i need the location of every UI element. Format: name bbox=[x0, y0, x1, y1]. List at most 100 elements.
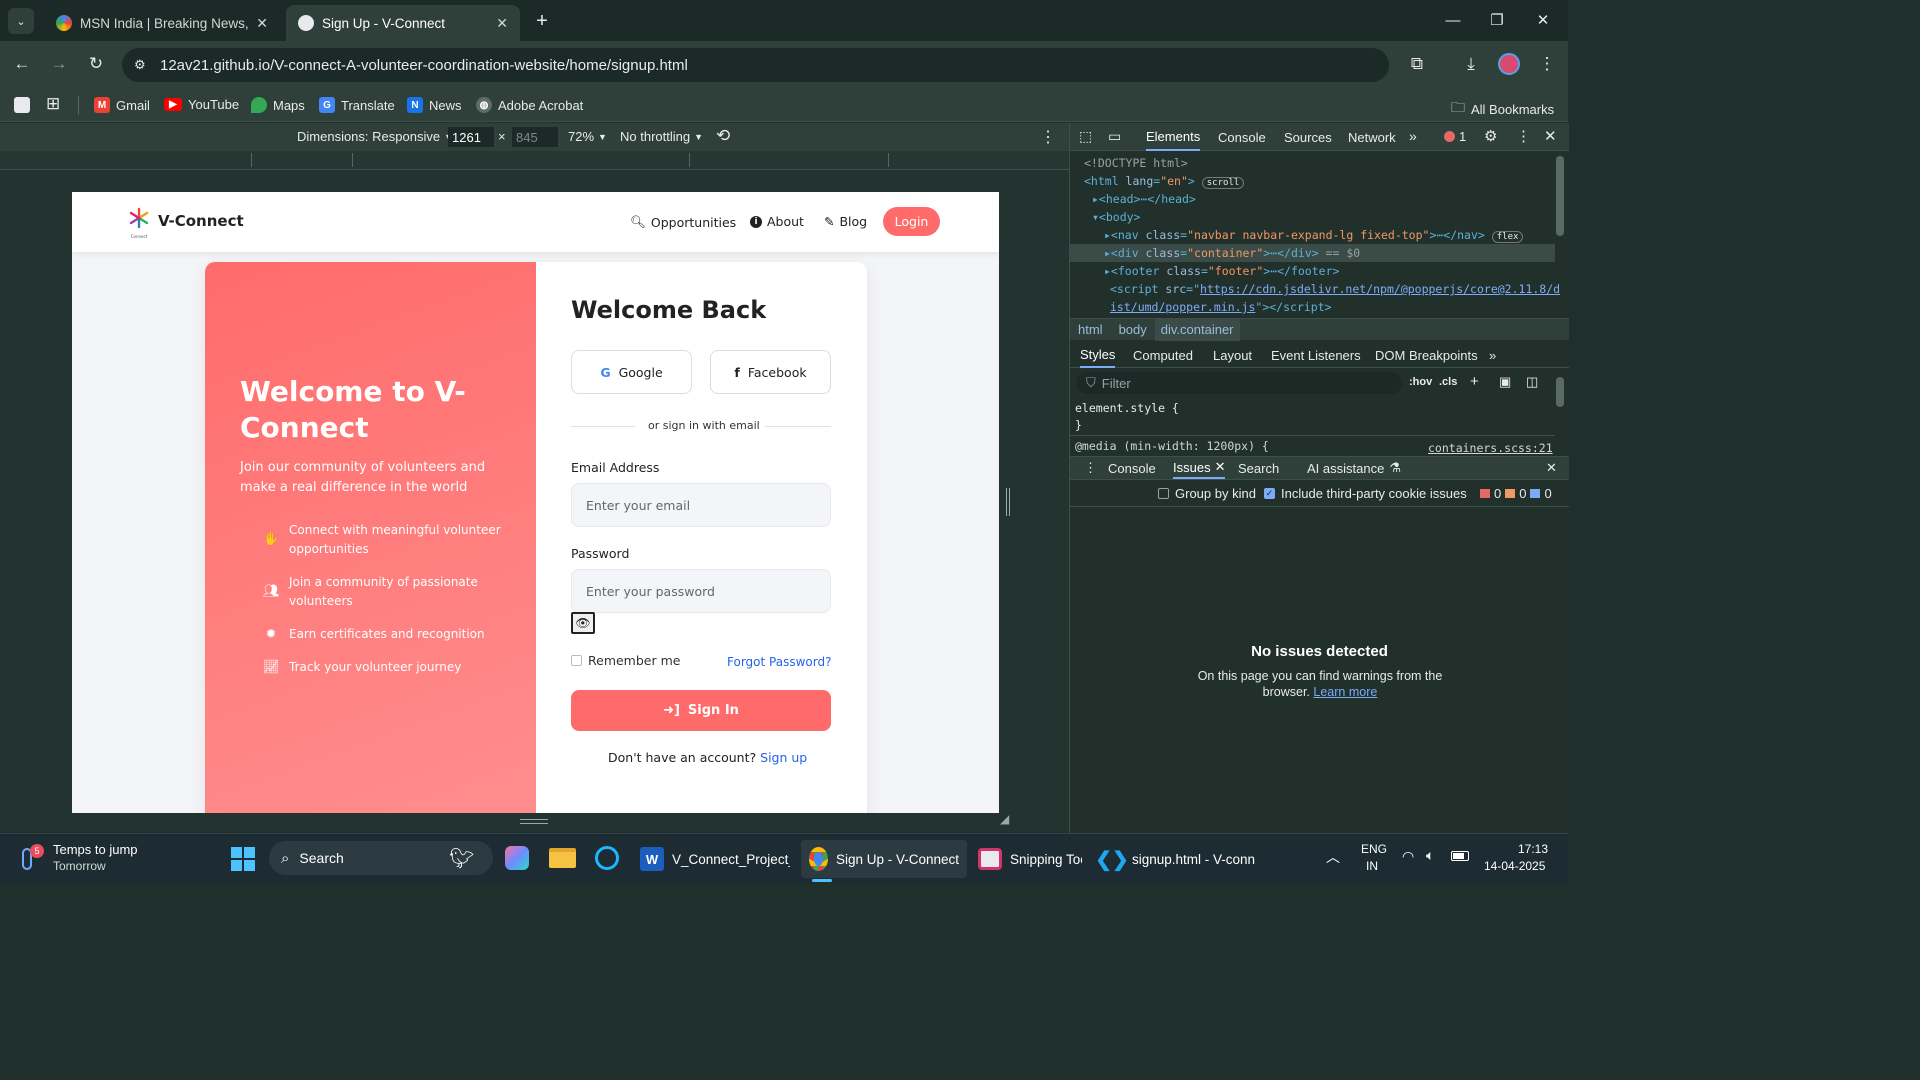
resize-handle-icon[interactable] bbox=[1006, 488, 1010, 516]
zoom-dropdown[interactable]: 72% ▼ bbox=[568, 129, 607, 144]
cortana-icon[interactable] bbox=[595, 846, 619, 870]
back-icon[interactable]: ← bbox=[8, 50, 36, 78]
minimize-icon[interactable]: — bbox=[1430, 0, 1476, 40]
drawer-tab-console[interactable]: Console bbox=[1108, 457, 1156, 479]
wifi-icon[interactable]: ◠ bbox=[1402, 848, 1414, 865]
group-by-kind[interactable]: Group by kind bbox=[1158, 486, 1256, 501]
dom-doctype[interactable]: <!DOCTYPE html> bbox=[1084, 156, 1188, 170]
menu-kebab-icon[interactable]: ⋮ bbox=[1533, 50, 1561, 78]
bookmark-adobe[interactable]: ◍ Adobe Acrobat bbox=[476, 97, 583, 113]
bookmark-youtube[interactable]: ▶ YouTube bbox=[164, 97, 239, 112]
download-icon[interactable]: ⤓ bbox=[1457, 50, 1485, 78]
resize-handle-bottom-icon[interactable] bbox=[520, 819, 548, 824]
sign-in-button[interactable]: ➜] Sign In bbox=[571, 690, 831, 731]
taskbar-snipping[interactable]: Snipping Toc bbox=[970, 840, 1090, 878]
dom-container[interactable]: ▸<div class="container">⋯</div> == $0 bbox=[1104, 246, 1360, 260]
tab-dom-breakpoints[interactable]: DOM Breakpoints bbox=[1375, 342, 1478, 368]
inspect-element-icon[interactable]: ⬚ bbox=[1079, 128, 1092, 145]
apps-grid-icon[interactable]: ⊞ bbox=[46, 94, 60, 114]
lang-code[interactable]: ENG bbox=[1361, 842, 1387, 856]
rotate-icon[interactable]: ⟲ bbox=[716, 126, 730, 146]
drawer-tab-ai[interactable]: AI assistance ⚗ bbox=[1307, 457, 1401, 479]
clock-time[interactable]: 17:13 bbox=[1518, 842, 1548, 856]
close-drawer-icon[interactable]: ✕ bbox=[1546, 460, 1557, 476]
dom-html[interactable]: <html lang="en"> scroll bbox=[1084, 174, 1245, 189]
more-tabs-chevron-icon[interactable]: » bbox=[1409, 128, 1417, 144]
weather-title[interactable]: Temps to jump bbox=[53, 842, 138, 857]
extensions-icon[interactable]: ⧉ bbox=[1403, 50, 1431, 78]
tab-layout[interactable]: Layout bbox=[1213, 342, 1252, 368]
tray-chevron-icon[interactable]: ︿ bbox=[1326, 847, 1340, 867]
remember-label[interactable]: Remember me bbox=[588, 653, 680, 668]
bookmark-translate[interactable]: G Translate bbox=[319, 97, 395, 113]
crumb-html[interactable]: html bbox=[1070, 322, 1111, 337]
close-tab-icon[interactable]: ✕ bbox=[256, 15, 268, 32]
device-toggle-icon[interactable]: ▭ bbox=[1108, 128, 1121, 145]
group-checkbox[interactable] bbox=[1158, 488, 1169, 499]
login-button[interactable]: Login bbox=[883, 207, 940, 236]
cls-toggle[interactable]: .cls bbox=[1439, 376, 1457, 388]
bookmark-maps[interactable]: Maps bbox=[251, 97, 305, 113]
forgot-password-link[interactable]: Forgot Password? bbox=[727, 655, 831, 669]
tab-sources[interactable]: Sources bbox=[1284, 123, 1332, 151]
google-button[interactable]: G Google bbox=[571, 350, 692, 394]
throttling-dropdown[interactable]: No throttling ▼ bbox=[620, 129, 703, 144]
crumb-container[interactable]: div.container bbox=[1154, 318, 1240, 341]
address-bar[interactable]: ⚙ 12av21.github.io/V-connect-A-volunteer… bbox=[122, 48, 1389, 82]
nav-about[interactable]: i About bbox=[750, 214, 804, 229]
height-input[interactable]: 845 bbox=[512, 127, 558, 147]
drawer-tab-search[interactable]: Search bbox=[1238, 457, 1279, 479]
reload-icon[interactable]: ↻ bbox=[82, 50, 110, 78]
taskbar-chrome[interactable]: Sign Up - V-Connect bbox=[801, 840, 967, 878]
reading-list-icon[interactable] bbox=[14, 97, 30, 113]
media-source-link[interactable]: containers.scss:21 bbox=[1428, 441, 1553, 455]
remember-checkbox[interactable] bbox=[571, 655, 582, 666]
forward-icon[interactable]: → bbox=[45, 50, 73, 78]
new-tab-icon[interactable]: + bbox=[531, 8, 553, 34]
nav-blog[interactable]: ✎ Blog bbox=[824, 214, 867, 229]
sidebar-toggle-icon[interactable]: ◫ bbox=[1526, 374, 1538, 390]
third-party-toggle[interactable]: ✓ Include third-party cookie issues bbox=[1264, 486, 1467, 501]
media-query-ruler[interactable] bbox=[0, 151, 1069, 170]
volume-icon[interactable]: 🔈︎ bbox=[1426, 847, 1434, 864]
dom-script[interactable]: <script src="https://cdn.jsdelivr.net/np… bbox=[1110, 282, 1560, 296]
close-tab-icon[interactable]: ✕ bbox=[496, 15, 508, 32]
taskbar-vscode[interactable]: ❮❯ signup.html - V-conn bbox=[1092, 840, 1264, 878]
devtools-menu-icon[interactable]: ⋮ bbox=[1516, 127, 1531, 145]
drawer-menu-icon[interactable]: ⋮ bbox=[1084, 460, 1097, 476]
script-src-link[interactable]: https://cdn.jsdelivr.net/npm/@popperjs/c… bbox=[1200, 282, 1560, 296]
dom-scrollbar[interactable] bbox=[1556, 156, 1564, 236]
tab-network[interactable]: Network bbox=[1348, 123, 1396, 151]
tab-signup[interactable]: Sign Up - V-Connect ✕ bbox=[286, 5, 520, 41]
drawer-tab-issues[interactable]: Issues ✕ bbox=[1173, 457, 1226, 479]
new-rule-icon[interactable]: + bbox=[1470, 373, 1479, 390]
brand-name[interactable]: V-Connect bbox=[158, 212, 244, 230]
more-options-icon[interactable]: ⋮ bbox=[1040, 127, 1056, 147]
taskbar-word[interactable]: W V_Connect_Project_R bbox=[632, 840, 798, 878]
third-party-checkbox[interactable]: ✓ bbox=[1264, 488, 1275, 499]
script-src-link-2[interactable]: ist/umd/popper.min.js bbox=[1110, 300, 1255, 314]
styles-filter-input[interactable]: ⛉ Filter bbox=[1076, 372, 1402, 394]
paint-icon[interactable]: ▣ bbox=[1499, 374, 1511, 390]
weather-widget[interactable]: 5 bbox=[18, 844, 46, 872]
tab-computed[interactable]: Computed bbox=[1133, 342, 1193, 368]
tab-event-listeners[interactable]: Event Listeners bbox=[1271, 342, 1361, 368]
tab-console[interactable]: Console bbox=[1218, 123, 1266, 151]
vconnect-logo[interactable]: Connect bbox=[128, 207, 150, 239]
dom-head[interactable]: ▸<head>⋯</head> bbox=[1092, 192, 1196, 206]
windows-start-icon[interactable] bbox=[231, 847, 255, 871]
nav-opportunities[interactable]: 🔍︎ Opportunities bbox=[630, 214, 736, 230]
width-input[interactable]: 1261 bbox=[448, 127, 494, 147]
close-window-icon[interactable]: ✕ bbox=[1520, 0, 1566, 40]
copilot-icon[interactable] bbox=[505, 846, 529, 870]
tab-search-icon[interactable]: ⌄ bbox=[8, 8, 34, 34]
taskbar-search[interactable]: ⌕ Search 🐦︎ bbox=[269, 841, 493, 875]
show-password-eye-icon[interactable]: 👁︎ bbox=[571, 612, 595, 634]
dimensions-dropdown[interactable]: Dimensions: Responsive▼ bbox=[297, 129, 453, 144]
restore-icon[interactable]: ❐ bbox=[1474, 0, 1520, 40]
all-bookmarks[interactable]: 🗀 All Bookmarks bbox=[1451, 97, 1554, 121]
close-devtools-icon[interactable]: ✕ bbox=[1544, 127, 1557, 145]
password-input[interactable]: Enter your password bbox=[571, 569, 831, 613]
bookmark-gmail[interactable]: M Gmail bbox=[94, 97, 150, 113]
more-style-tabs-icon[interactable]: » bbox=[1489, 342, 1496, 368]
